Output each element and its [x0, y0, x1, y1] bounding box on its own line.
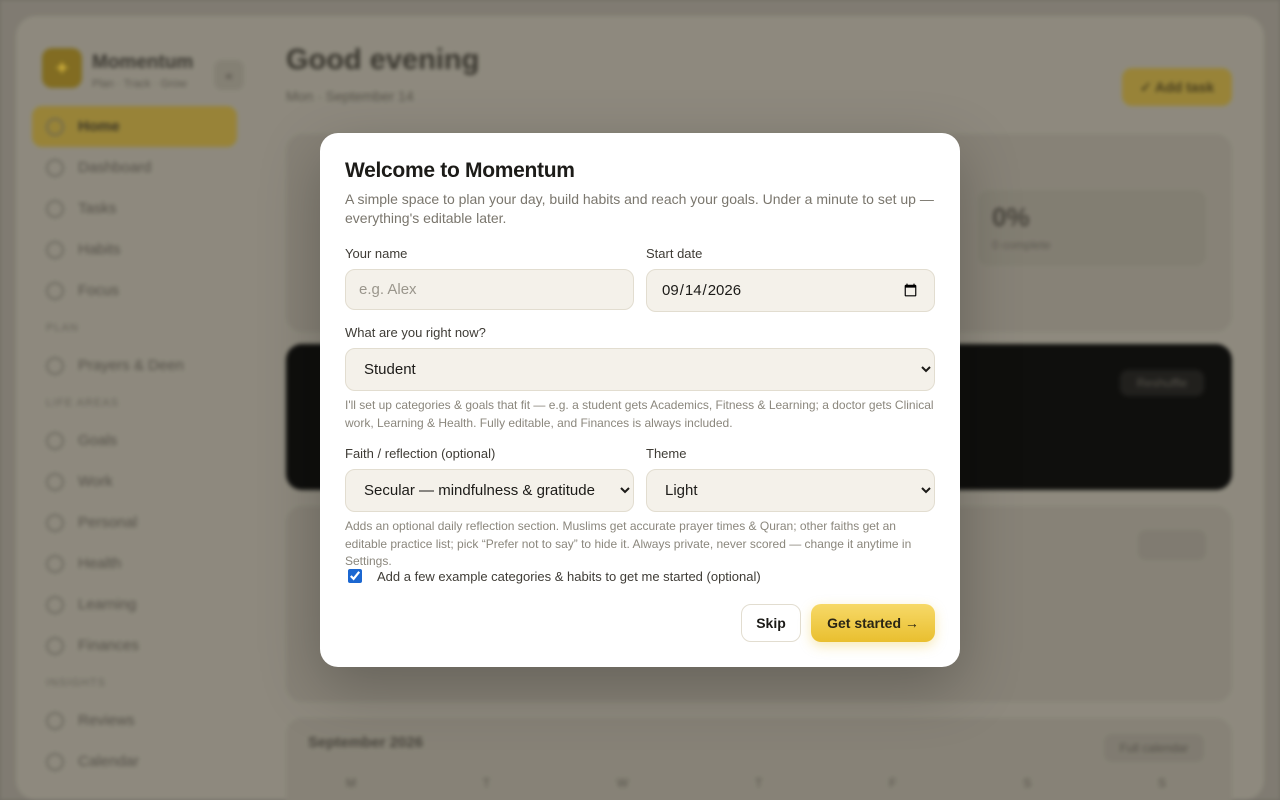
faith-select[interactable]: Secular — mindfulness & gratitude	[345, 469, 634, 512]
dialog-intro: A simple space to plan your day, build h…	[345, 191, 934, 226]
start-date-input[interactable]	[646, 269, 935, 312]
start-date-label: Start date	[646, 246, 703, 261]
dialog-title: Welcome to Momentum	[345, 159, 575, 182]
faith-label: Faith / reflection (optional)	[345, 446, 496, 461]
faith-hint: Adds an optional daily reflection sectio…	[345, 519, 912, 568]
theme-label: Theme	[646, 446, 687, 461]
examples-label: Add a few example categories & habits to…	[377, 568, 761, 584]
name-input[interactable]	[345, 269, 634, 310]
examples-checkbox[interactable]	[348, 569, 362, 583]
role-select[interactable]: Student	[345, 348, 935, 391]
get-started-button[interactable]: Get started →	[811, 604, 935, 642]
role-label: What are you right now?	[345, 325, 486, 340]
role-hint: I'll set up categories & goals that fit …	[345, 398, 934, 430]
skip-button[interactable]: Skip	[741, 604, 801, 642]
welcome-dialog: Welcome to Momentum A simple space to pl…	[320, 133, 960, 667]
theme-select[interactable]: Light	[646, 469, 935, 512]
name-label: Your name	[345, 246, 408, 261]
examples-option[interactable]: Add a few example categories & habits to…	[348, 567, 761, 585]
